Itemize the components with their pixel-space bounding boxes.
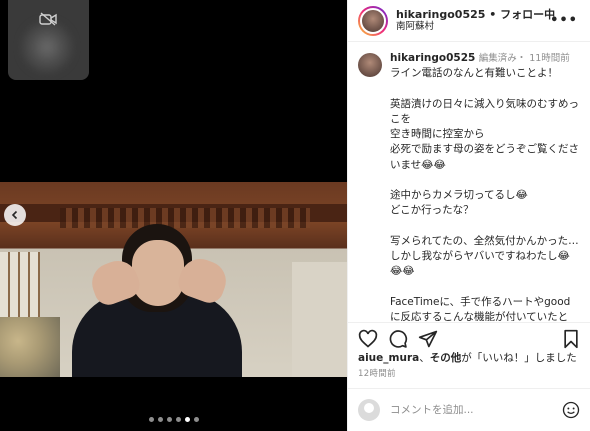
self-view-blur bbox=[22, 22, 72, 72]
share-icon[interactable] bbox=[418, 329, 438, 349]
caption-line: しかし我ながらヤバいですねわたし😂😂😂 bbox=[390, 249, 570, 278]
caption-line: 途中からカメラ切ってるし😂 bbox=[390, 188, 528, 201]
post-photo[interactable] bbox=[0, 182, 347, 377]
person-face bbox=[132, 240, 184, 306]
caption-line: ライン電話のなんと有難いことよ！ bbox=[390, 67, 558, 80]
author-line: hikaringo0525 • フォロー中 bbox=[396, 8, 555, 21]
folded-cloth bbox=[0, 317, 60, 377]
likes-summary: aiue_mura、その他が「いいね！」しました bbox=[358, 350, 577, 365]
caption-line bbox=[390, 279, 580, 294]
liker-username[interactable]: aiue_mura bbox=[358, 352, 419, 364]
caption-text: ライン電話のなんと有難いことよ！ 英語漬けの日々に減入り気味のむすめっこを空き時… bbox=[390, 66, 580, 321]
viewer-avatar bbox=[358, 399, 380, 421]
caption: hikaringo0525 編集済み・ 11時間前 ライン電話のなんと有難いこと… bbox=[348, 43, 590, 321]
post-timestamp: 12時間前 bbox=[358, 369, 396, 379]
likes-separator: 、 bbox=[419, 352, 430, 364]
post-sidebar: hikaringo0525 • フォロー中 南阿蘇村 ••• hikaringo… bbox=[347, 0, 590, 431]
emoji-icon[interactable] bbox=[562, 401, 580, 419]
caption-meta: 編集済み・ 11時間前 bbox=[478, 53, 570, 64]
caption-line: 必死で励ます母の姿をどうぞご覧くださいませ😂😂 bbox=[390, 143, 579, 171]
carousel-dot[interactable] bbox=[184, 417, 190, 422]
carousel-dot[interactable] bbox=[193, 417, 199, 422]
carousel-dot[interactable] bbox=[175, 417, 181, 422]
author-username[interactable]: hikaringo0525 bbox=[396, 8, 485, 21]
bookmark-icon[interactable] bbox=[561, 329, 581, 349]
caption-line: 英語漬けの日々に減入り気味のむすめっこを bbox=[390, 97, 579, 125]
post-media bbox=[0, 0, 347, 431]
caption-line: 写メられてたの、全然気付かんかった… bbox=[390, 234, 579, 247]
more-options-icon[interactable]: ••• bbox=[550, 13, 578, 28]
carousel-dot[interactable] bbox=[166, 417, 172, 422]
location-link[interactable]: 南阿蘇村 bbox=[396, 21, 555, 32]
post-header: hikaringo0525 • フォロー中 南阿蘇村 ••• bbox=[348, 0, 590, 42]
author-avatar[interactable] bbox=[358, 5, 388, 36]
carousel-prev-button[interactable] bbox=[4, 204, 26, 226]
heart-icon[interactable] bbox=[358, 329, 378, 349]
action-bar bbox=[348, 322, 590, 352]
comment-input[interactable] bbox=[390, 404, 562, 416]
carousel-dot[interactable] bbox=[157, 417, 163, 422]
comment-icon[interactable] bbox=[388, 329, 408, 349]
caption-username[interactable]: hikaringo0525 bbox=[390, 52, 475, 64]
likes-others-link[interactable]: その他 bbox=[430, 352, 462, 364]
likes-suffix: が「いいね！」しました bbox=[461, 352, 577, 364]
comment-bar bbox=[348, 388, 590, 431]
chevron-left-icon bbox=[11, 210, 18, 220]
carousel-indicator bbox=[0, 417, 347, 422]
carousel-dot[interactable] bbox=[148, 417, 154, 422]
caption-line bbox=[390, 218, 580, 233]
caption-line: FaceTimeに、手で作るハートやgoodに反応するこんな機能が付いていたとは… bbox=[390, 295, 571, 322]
caption-line: 空き時間に控室から bbox=[390, 128, 485, 141]
video-call-self-view bbox=[8, 0, 89, 80]
caption-line: どこか行ったな？ bbox=[390, 204, 474, 217]
caption-line bbox=[390, 81, 580, 96]
following-button[interactable]: フォロー中 bbox=[500, 8, 555, 21]
header-separator: • bbox=[485, 8, 501, 22]
video-off-icon bbox=[39, 12, 57, 26]
caption-line bbox=[390, 173, 580, 188]
shoji-screen-right bbox=[292, 262, 347, 377]
ranma-carving bbox=[60, 208, 310, 228]
caption-avatar[interactable] bbox=[358, 53, 382, 77]
